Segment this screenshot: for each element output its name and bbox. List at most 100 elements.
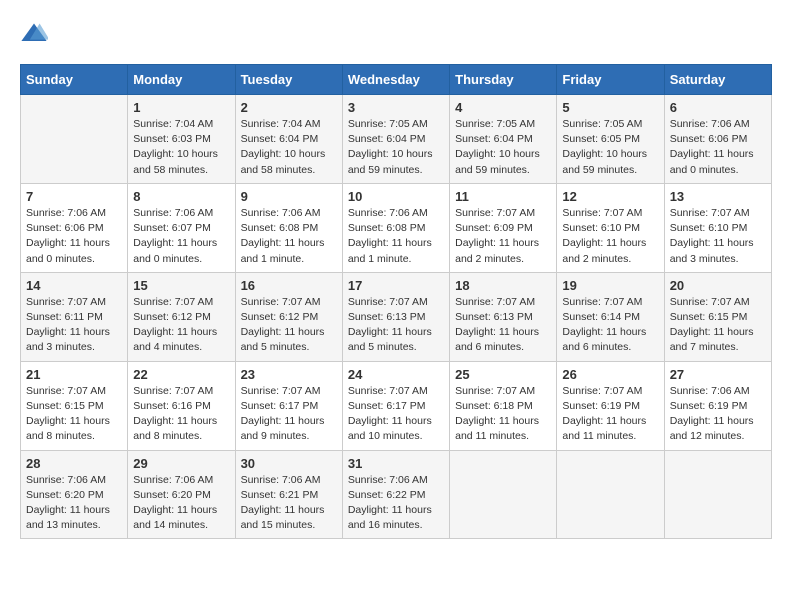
calendar-cell: 12 Sunrise: 7:07 AM Sunset: 6:10 PM Dayli… (557, 183, 664, 272)
day-number: 3 (348, 100, 444, 115)
day-number: 7 (26, 189, 122, 204)
day-info: Sunrise: 7:07 AM Sunset: 6:10 PM Dayligh… (670, 206, 766, 267)
day-info: Sunrise: 7:07 AM Sunset: 6:11 PM Dayligh… (26, 295, 122, 356)
day-number: 29 (133, 456, 229, 471)
calendar-cell: 21Sunrise: 7:07 AM Sunset: 6:15 PM Dayli… (21, 361, 128, 450)
day-number: 6 (670, 100, 766, 115)
day-number: 28 (26, 456, 122, 471)
day-number: 21 (26, 367, 122, 382)
day-info: Sunrise: 7:06 AM Sunset: 6:22 PM Dayligh… (348, 473, 444, 534)
calendar-cell (664, 450, 771, 539)
calendar-cell: 8 Sunrise: 7:06 AM Sunset: 6:07 PM Daylig… (128, 183, 235, 272)
day-info: Sunrise: 7:07 AM Sunset: 6:13 PM Dayligh… (348, 295, 444, 356)
day-info: Sunrise: 7:06 AM Sunset: 6:21 PM Dayligh… (241, 473, 337, 534)
calendar-cell: 1 Sunrise: 7:04 AM Sunset: 6:03 PM Daylig… (128, 95, 235, 184)
calendar-cell: 13 Sunrise: 7:07 AM Sunset: 6:10 PM Dayli… (664, 183, 771, 272)
day-info: Sunrise: 7:07 AM Sunset: 6:13 PM Dayligh… (455, 295, 551, 356)
weekday-header: Tuesday (235, 65, 342, 95)
day-info: Sunrise: 7:06 AM Sunset: 6:20 PM Dayligh… (133, 473, 229, 534)
calendar-cell (21, 95, 128, 184)
day-info: Sunrise: 7:06 AM Sunset: 6:06 PM Dayligh… (670, 117, 766, 178)
calendar-cell: 6 Sunrise: 7:06 AM Sunset: 6:06 PM Daylig… (664, 95, 771, 184)
weekday-header: Sunday (21, 65, 128, 95)
day-info: Sunrise: 7:06 AM Sunset: 6:08 PM Dayligh… (348, 206, 444, 267)
day-number: 16 (241, 278, 337, 293)
day-info: Sunrise: 7:07 AM Sunset: 6:19 PM Dayligh… (562, 384, 658, 445)
day-number: 30 (241, 456, 337, 471)
weekday-header: Monday (128, 65, 235, 95)
day-info: Sunrise: 7:05 AM Sunset: 6:04 PM Dayligh… (348, 117, 444, 178)
calendar-cell: 17 Sunrise: 7:07 AM Sunset: 6:13 PM Dayli… (342, 272, 449, 361)
day-info: Sunrise: 7:04 AM Sunset: 6:03 PM Dayligh… (133, 117, 229, 178)
day-info: Sunrise: 7:05 AM Sunset: 6:04 PM Dayligh… (455, 117, 551, 178)
calendar-cell: 31 Sunrise: 7:06 AM Sunset: 6:22 PM Dayli… (342, 450, 449, 539)
weekday-header: Friday (557, 65, 664, 95)
day-number: 27 (670, 367, 766, 382)
calendar-cell: 3 Sunrise: 7:05 AM Sunset: 6:04 PM Daylig… (342, 95, 449, 184)
calendar-cell: 7 Sunrise: 7:06 AM Sunset: 6:06 PM Daylig… (21, 183, 128, 272)
calendar-cell: 9 Sunrise: 7:06 AM Sunset: 6:08 PM Daylig… (235, 183, 342, 272)
day-info: Sunrise: 7:05 AM Sunset: 6:05 PM Dayligh… (562, 117, 658, 178)
day-number: 13 (670, 189, 766, 204)
day-info: Sunrise: 7:06 AM Sunset: 6:08 PM Dayligh… (241, 206, 337, 267)
day-number: 19 (562, 278, 658, 293)
day-info: Sunrise: 7:07 AM Sunset: 6:12 PM Dayligh… (241, 295, 337, 356)
day-number: 17 (348, 278, 444, 293)
day-info: Sunrise: 7:06 AM Sunset: 6:19 PM Dayligh… (670, 384, 766, 445)
calendar-cell (557, 450, 664, 539)
day-info: Sunrise: 7:06 AM Sunset: 6:06 PM Dayligh… (26, 206, 122, 267)
calendar-cell: 4 Sunrise: 7:05 AM Sunset: 6:04 PM Daylig… (450, 95, 557, 184)
day-info: Sunrise: 7:06 AM Sunset: 6:20 PM Dayligh… (26, 473, 122, 534)
day-number: 23 (241, 367, 337, 382)
calendar-cell (450, 450, 557, 539)
day-number: 26 (562, 367, 658, 382)
calendar-cell: 5Sunrise: 7:05 AM Sunset: 6:05 PM Daylig… (557, 95, 664, 184)
day-number: 14 (26, 278, 122, 293)
calendar-cell: 18Sunrise: 7:07 AM Sunset: 6:13 PM Dayli… (450, 272, 557, 361)
day-number: 24 (348, 367, 444, 382)
logo-icon (20, 20, 48, 48)
calendar-cell: 27 Sunrise: 7:06 AM Sunset: 6:19 PM Dayli… (664, 361, 771, 450)
calendar-cell: 11 Sunrise: 7:07 AM Sunset: 6:09 PM Dayli… (450, 183, 557, 272)
calendar-week-row: 21Sunrise: 7:07 AM Sunset: 6:15 PM Dayli… (21, 361, 772, 450)
calendar-cell: 29 Sunrise: 7:06 AM Sunset: 6:20 PM Dayli… (128, 450, 235, 539)
calendar-cell: 14 Sunrise: 7:07 AM Sunset: 6:11 PM Dayli… (21, 272, 128, 361)
page-header (20, 20, 772, 48)
calendar-cell: 25Sunrise: 7:07 AM Sunset: 6:18 PM Dayli… (450, 361, 557, 450)
day-info: Sunrise: 7:07 AM Sunset: 6:17 PM Dayligh… (348, 384, 444, 445)
day-number: 20 (670, 278, 766, 293)
weekday-header: Wednesday (342, 65, 449, 95)
day-number: 10 (348, 189, 444, 204)
day-number: 12 (562, 189, 658, 204)
day-number: 4 (455, 100, 551, 115)
calendar-week-row: 28 Sunrise: 7:06 AM Sunset: 6:20 PM Dayli… (21, 450, 772, 539)
day-info: Sunrise: 7:07 AM Sunset: 6:14 PM Dayligh… (562, 295, 658, 356)
calendar-header: SundayMondayTuesdayWednesdayThursdayFrid… (21, 65, 772, 95)
day-info: Sunrise: 7:07 AM Sunset: 6:17 PM Dayligh… (241, 384, 337, 445)
calendar-cell: 23 Sunrise: 7:07 AM Sunset: 6:17 PM Dayli… (235, 361, 342, 450)
weekday-row: SundayMondayTuesdayWednesdayThursdayFrid… (21, 65, 772, 95)
calendar-cell: 22Sunrise: 7:07 AM Sunset: 6:16 PM Dayli… (128, 361, 235, 450)
calendar-cell: 19 Sunrise: 7:07 AM Sunset: 6:14 PM Dayli… (557, 272, 664, 361)
calendar-cell: 26 Sunrise: 7:07 AM Sunset: 6:19 PM Dayli… (557, 361, 664, 450)
day-info: Sunrise: 7:06 AM Sunset: 6:07 PM Dayligh… (133, 206, 229, 267)
day-number: 31 (348, 456, 444, 471)
day-info: Sunrise: 7:07 AM Sunset: 6:12 PM Dayligh… (133, 295, 229, 356)
calendar-cell: 2Sunrise: 7:04 AM Sunset: 6:04 PM Daylig… (235, 95, 342, 184)
calendar-week-row: 14 Sunrise: 7:07 AM Sunset: 6:11 PM Dayli… (21, 272, 772, 361)
day-number: 11 (455, 189, 551, 204)
day-number: 8 (133, 189, 229, 204)
calendar-cell: 24 Sunrise: 7:07 AM Sunset: 6:17 PM Dayli… (342, 361, 449, 450)
day-info: Sunrise: 7:07 AM Sunset: 6:10 PM Dayligh… (562, 206, 658, 267)
day-number: 15 (133, 278, 229, 293)
calendar-cell: 15 Sunrise: 7:07 AM Sunset: 6:12 PM Dayli… (128, 272, 235, 361)
calendar-cell: 28 Sunrise: 7:06 AM Sunset: 6:20 PM Dayli… (21, 450, 128, 539)
weekday-header: Thursday (450, 65, 557, 95)
day-info: Sunrise: 7:07 AM Sunset: 6:15 PM Dayligh… (670, 295, 766, 356)
calendar-cell: 20 Sunrise: 7:07 AM Sunset: 6:15 PM Dayli… (664, 272, 771, 361)
day-info: Sunrise: 7:07 AM Sunset: 6:09 PM Dayligh… (455, 206, 551, 267)
weekday-header: Saturday (664, 65, 771, 95)
day-number: 25 (455, 367, 551, 382)
day-number: 9 (241, 189, 337, 204)
day-number: 1 (133, 100, 229, 115)
